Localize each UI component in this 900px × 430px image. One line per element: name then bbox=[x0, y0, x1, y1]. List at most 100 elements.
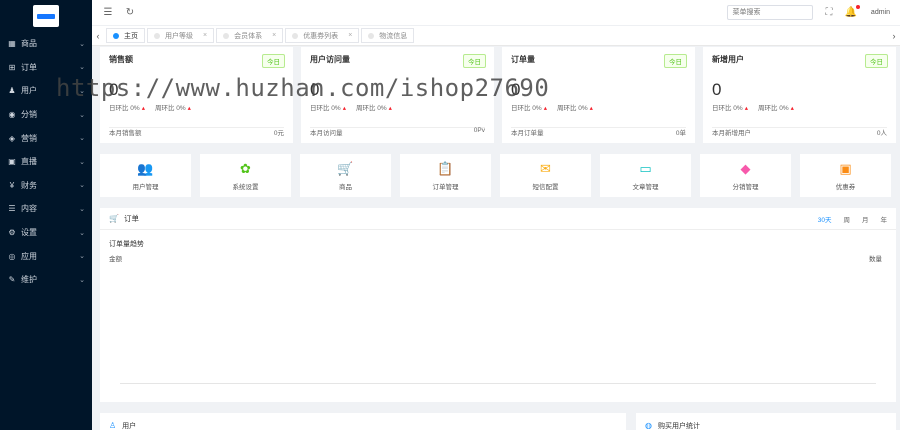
status-badge: 今日 bbox=[262, 54, 285, 68]
clipboard-icon: 📋 bbox=[437, 160, 454, 176]
range-tab-2[interactable]: 月 bbox=[862, 214, 869, 224]
logo[interactable] bbox=[0, 0, 92, 32]
chevron-down-icon: ⌄ bbox=[79, 158, 85, 166]
quick-link-label: 用户管理 bbox=[132, 183, 159, 191]
tab-3[interactable]: 优惠券列表 × bbox=[285, 28, 360, 43]
user-name[interactable]: admin bbox=[871, 9, 890, 16]
sidebar-item-2[interactable]: ♟ 用户 ⌄ bbox=[0, 79, 92, 103]
quick-link-label: 商品 bbox=[339, 183, 352, 191]
sidebar-item-9[interactable]: ◎ 应用 ⌄ bbox=[0, 244, 92, 268]
quick-link-5[interactable]: ▭ 文章管理 bbox=[600, 154, 691, 197]
user-panel-title: 用户 bbox=[122, 423, 137, 430]
stat-card: 新增用户 今日 0 日环比 0% ▴ 周环比 0% ▴ 本月新增用户 0人 bbox=[703, 47, 896, 143]
stat-card: 销售额 今日 0 日环比 0% ▴ 周环比 0% ▴ 本月销售额 0元 bbox=[100, 47, 293, 143]
sidebar-menu: ▦ 商品 ⌄ ⊞ 订单 ⌄ ♟ 用户 ⌄ ◉ 分销 ⌄ ◈ 营销 ⌄ ▣ 直播 ⌄ ¥ 财务 ⌄ ☰ 内容 ⌄ ⚙ 设置 ⌄ ◎ 应用 ⌄… bbox=[0, 32, 92, 292]
day-compare: 日环比 0% bbox=[511, 105, 542, 112]
trend-up-icon: ▴ bbox=[790, 105, 794, 112]
sidebar-item-4[interactable]: ◈ 营销 ⌄ bbox=[0, 126, 92, 150]
sidebar-item-label: 营销 bbox=[21, 133, 37, 143]
chart-baseline bbox=[120, 383, 876, 384]
range-tab-3[interactable]: 年 bbox=[881, 214, 888, 224]
stat-value: 0 bbox=[511, 80, 521, 99]
chevron-down-icon: ⌄ bbox=[79, 135, 85, 143]
stat-cards: 销售额 今日 0 日环比 0% ▴ 周环比 0% ▴ 本月销售额 0元 用户访问量 今日 0 日环比 0… bbox=[100, 47, 896, 143]
sidebar-item-label: 分销 bbox=[21, 110, 37, 120]
sidebar-item-3[interactable]: ◉ 分销 ⌄ bbox=[0, 103, 92, 127]
close-icon[interactable]: × bbox=[272, 32, 276, 39]
sidebar-item-8[interactable]: ⚙ 设置 ⌄ bbox=[0, 221, 92, 245]
chevron-down-icon: ⌄ bbox=[79, 276, 85, 284]
trend-up-icon: ▴ bbox=[744, 105, 748, 112]
quick-link-6[interactable]: ◆ 分销管理 bbox=[700, 154, 791, 197]
quick-link-1[interactable]: ✿ 系统设置 bbox=[200, 154, 291, 197]
sidebar-item-0[interactable]: ▦ 商品 ⌄ bbox=[0, 32, 92, 56]
sidebar-item-6[interactable]: ¥ 财务 ⌄ bbox=[0, 174, 92, 198]
quick-link-4[interactable]: ✉ 短信配置 bbox=[500, 154, 591, 197]
stat-foot-label: 本月新增用户 bbox=[712, 130, 751, 137]
sidebar-item-1[interactable]: ⊞ 订单 ⌄ bbox=[0, 56, 92, 80]
logo-icon bbox=[33, 5, 59, 27]
stat-value: 0 bbox=[109, 80, 119, 99]
tabs-scroll-left-icon[interactable]: ‹ bbox=[92, 31, 104, 41]
top-header: ☰ ↻ ⛶ 🔔 admin bbox=[92, 0, 900, 26]
sidebar-item-label: 用户 bbox=[21, 86, 37, 96]
shop-icon: ▦ bbox=[8, 39, 16, 49]
tab-dot-icon bbox=[154, 32, 160, 39]
notification-dot bbox=[855, 5, 860, 9]
tab-dot-icon bbox=[292, 32, 299, 39]
quick-link-7[interactable]: ▣ 优惠券 bbox=[800, 154, 891, 197]
day-compare: 日环比 0% bbox=[712, 105, 743, 112]
share-icon: ◉ bbox=[8, 110, 16, 120]
range-tab-1[interactable]: 周 bbox=[844, 214, 851, 224]
tab-4[interactable]: 物流信息 bbox=[361, 28, 415, 43]
stat-foot-value: 0Pv bbox=[473, 127, 485, 134]
sidebar-item-label: 财务 bbox=[21, 180, 37, 190]
stat-foot-label: 本月访问量 bbox=[310, 130, 343, 137]
stat-card: 订单量 今日 0 日环比 0% ▴ 周环比 0% ▴ 本月订单量 0单 bbox=[502, 47, 695, 143]
trend-up-icon: ▴ bbox=[543, 105, 547, 112]
quick-link-label: 优惠券 bbox=[835, 183, 856, 191]
tabs-scroll-right-icon[interactable]: › bbox=[888, 31, 900, 41]
chart-left-axis-label: 金额 bbox=[109, 256, 122, 263]
chevron-down-icon: ⌄ bbox=[79, 40, 85, 48]
week-compare: 周环比 0% bbox=[355, 105, 387, 112]
cart-icon: 🛒 bbox=[109, 214, 119, 223]
stat-foot-label: 本月订单量 bbox=[511, 130, 544, 137]
tabs-bar: ‹ 主页 用户等级 × 会员体系 × 优惠券列表 × 物流信息 › bbox=[92, 26, 900, 46]
sidebar-item-label: 维护 bbox=[21, 275, 37, 285]
quick-link-label: 短信配置 bbox=[532, 183, 559, 191]
tab-1[interactable]: 用户等级 × bbox=[147, 28, 215, 43]
bell-icon[interactable]: 🔔 bbox=[844, 5, 860, 18]
quick-links: 👥 用户管理 ✿ 系统设置 🛒 商品 📋 订单管理 ✉ 短信配置 ▭ 文章管理 ◆ 分销管理 ▣ 优惠券 bbox=[100, 154, 896, 197]
sidebar-item-label: 商品 bbox=[21, 39, 37, 49]
quick-link-2[interactable]: 🛒 商品 bbox=[300, 154, 391, 197]
refresh-icon[interactable]: ↻ bbox=[124, 7, 136, 19]
menu-search-input[interactable] bbox=[727, 5, 814, 20]
sidebar-item-7[interactable]: ☰ 内容 ⌄ bbox=[0, 197, 92, 221]
chevron-down-icon: ⌄ bbox=[79, 182, 85, 190]
sidebar-item-10[interactable]: ✎ 维护 ⌄ bbox=[0, 268, 92, 292]
trend-up-icon: ▴ bbox=[342, 105, 346, 112]
chart-icon: ◍ bbox=[645, 421, 652, 430]
fullscreen-icon[interactable]: ⛶ bbox=[825, 7, 832, 18]
doc-icon: ☰ bbox=[8, 204, 16, 214]
tab-dot-icon bbox=[223, 32, 230, 39]
quick-link-label: 文章管理 bbox=[632, 183, 659, 191]
user-icon: ♟ bbox=[8, 86, 16, 96]
close-icon[interactable]: × bbox=[348, 32, 352, 39]
status-badge: 今日 bbox=[664, 54, 687, 68]
week-compare: 周环比 0% bbox=[556, 105, 588, 112]
quick-link-3[interactable]: 📋 订单管理 bbox=[400, 154, 491, 197]
tab-2[interactable]: 会员体系 × bbox=[216, 28, 284, 43]
range-tab-0[interactable]: 30天 bbox=[818, 214, 832, 224]
tab-0[interactable]: 主页 bbox=[106, 28, 145, 43]
trend-up-icon: ▴ bbox=[388, 105, 392, 112]
close-icon[interactable]: × bbox=[203, 32, 207, 39]
sidebar-item-label: 应用 bbox=[21, 251, 37, 261]
chart-title: 订单量趋势 bbox=[109, 241, 144, 248]
menu-toggle-icon[interactable]: ☰ bbox=[102, 7, 114, 19]
settings-icon: ⚙ bbox=[8, 228, 16, 238]
quick-link-0[interactable]: 👥 用户管理 bbox=[100, 154, 191, 197]
chevron-down-icon: ⌄ bbox=[79, 229, 85, 237]
sidebar-item-5[interactable]: ▣ 直播 ⌄ bbox=[0, 150, 92, 174]
